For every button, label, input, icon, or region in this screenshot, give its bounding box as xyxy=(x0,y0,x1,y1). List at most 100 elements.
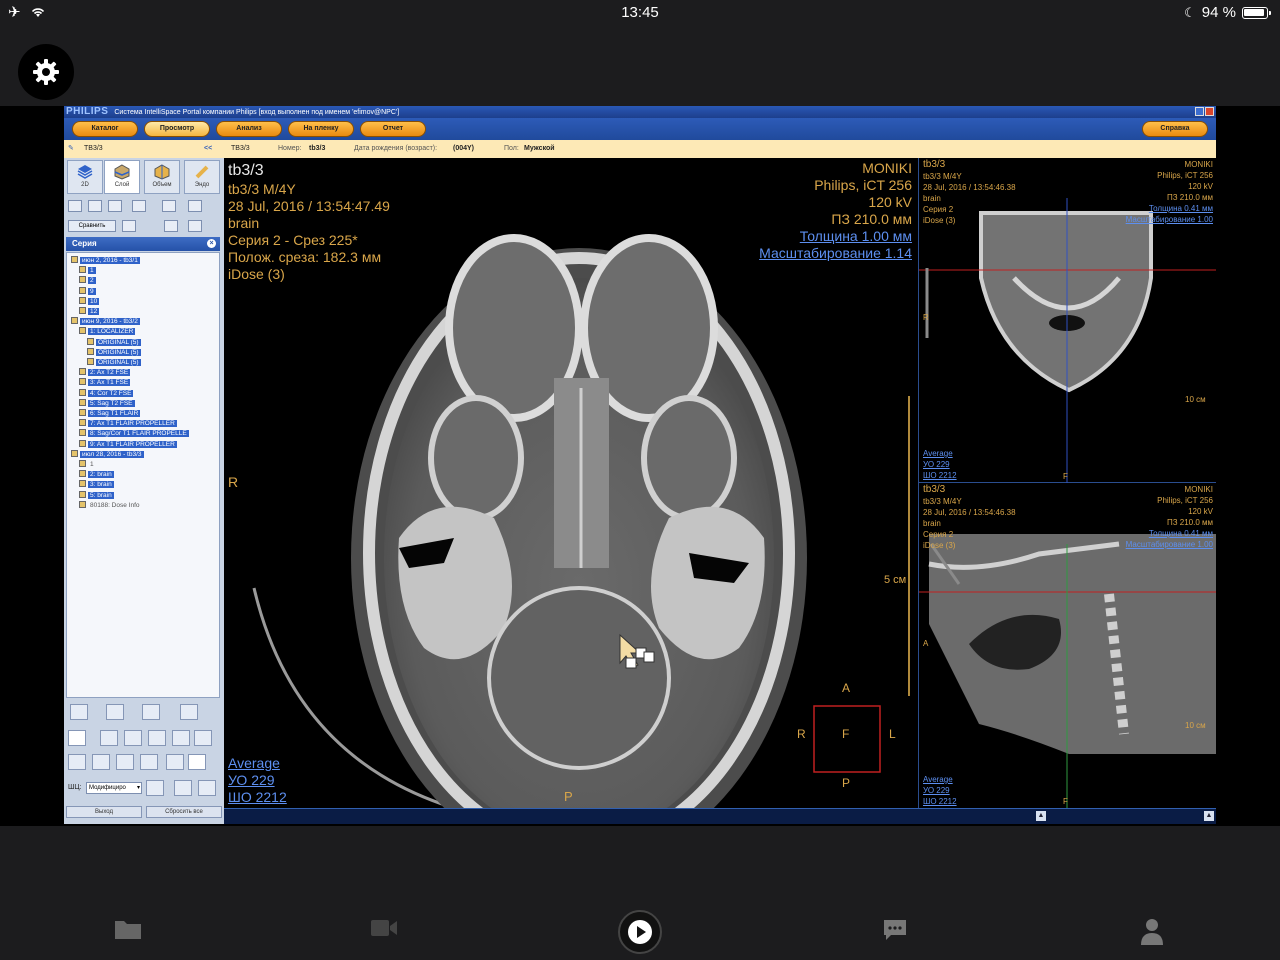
play-button[interactable] xyxy=(618,910,662,954)
close-series-icon[interactable]: × xyxy=(207,239,216,248)
series-tree-item[interactable]: 9: Ax T1 FLAIR PROPELLER xyxy=(79,439,177,449)
series-tree-item[interactable]: 12 xyxy=(79,307,100,316)
settings-button[interactable] xyxy=(18,44,74,100)
sagittal-ww[interactable]: ШО 2212 xyxy=(923,796,957,807)
print-icon[interactable] xyxy=(174,780,192,796)
sagittal-orient-left: A xyxy=(923,639,929,648)
series-tree-item[interactable]: 10 xyxy=(79,296,100,306)
roi-tool-icon[interactable] xyxy=(188,754,206,770)
series-tree-item[interactable]: ORIGINAL (5) xyxy=(87,347,141,357)
series-tree-item[interactable]: 1 xyxy=(79,460,96,469)
sagittal-viewport[interactable]: tb3/3 tb3/3 M/4Y 28 Jul, 2016 / 13:54:46… xyxy=(919,484,1216,808)
series-tree-item[interactable]: июн 2, 2016 - tb3/1 xyxy=(71,256,140,265)
preset-icon[interactable] xyxy=(146,780,164,796)
main-zoom-link[interactable]: Масштабирование 1.14 xyxy=(759,245,912,262)
series-tree-item[interactable]: 6: Sag T1 FLAIR xyxy=(79,409,141,418)
series-tree-item[interactable]: 2: Ax T2 FSE xyxy=(79,368,131,377)
eraser-tool-icon[interactable] xyxy=(194,730,212,746)
series-tree-item[interactable]: июл 28, 2016 - tb3/3 xyxy=(71,449,144,459)
menu-analysis[interactable]: Анализ xyxy=(216,121,282,137)
rotate-tool-icon[interactable] xyxy=(132,200,146,212)
tab-volume[interactable]: Объем xyxy=(144,160,180,194)
scroll-up-arrow-icon[interactable]: ▲ xyxy=(1036,811,1046,821)
minimize-button[interactable] xyxy=(1195,107,1204,116)
sagittal-wl[interactable]: УО 229 xyxy=(923,785,950,796)
link-tool-icon[interactable] xyxy=(122,220,136,232)
series-tree-item[interactable]: 9 xyxy=(79,286,96,296)
sagittal-zoom-link[interactable]: Масштабирование 1.00 xyxy=(1126,539,1213,550)
collapse-panel-button[interactable]: << xyxy=(204,140,212,158)
series-tree-item[interactable]: 5: brain xyxy=(79,490,114,500)
series-tree-item[interactable]: ORIGINAL (5) xyxy=(87,358,141,367)
tab-slice[interactable]: Слой xyxy=(104,160,140,194)
menu-report[interactable]: Отчет xyxy=(360,121,426,137)
sync-tool-icon[interactable] xyxy=(164,220,178,232)
series-tree-item[interactable]: 1 xyxy=(79,266,96,275)
compare-button[interactable]: Сравнить xyxy=(68,220,116,232)
line-tool-icon[interactable] xyxy=(68,754,86,770)
main-average-link[interactable]: Average xyxy=(228,755,280,772)
camera-icon[interactable] xyxy=(106,704,124,720)
roll-tool-icon[interactable] xyxy=(172,730,190,746)
export-tool-icon[interactable] xyxy=(188,220,202,232)
coronal-average[interactable]: Average xyxy=(923,448,953,459)
sagittal-thickness-link[interactable]: Толщина 0.41 мм xyxy=(1149,528,1213,539)
annotation-tool-icon[interactable] xyxy=(166,754,184,770)
main-wl-value[interactable]: УО 229 xyxy=(228,772,275,789)
coronal-ww[interactable]: ШО 2212 xyxy=(923,470,957,481)
coronal-thickness-link[interactable]: Толщина 0.41 мм xyxy=(1149,203,1213,214)
series-tree-item[interactable]: ORIGINAL (5) xyxy=(87,337,141,347)
person-icon[interactable] xyxy=(1140,918,1164,946)
ruler-tool-icon[interactable] xyxy=(140,754,158,770)
chat-icon[interactable] xyxy=(882,918,908,942)
sagittal-average[interactable]: Average xyxy=(923,774,953,785)
series-tree-item[interactable]: 2: brain xyxy=(79,470,114,479)
ellipse-tool-icon[interactable] xyxy=(92,754,110,770)
series-tree-item[interactable]: 8: Sag/Cor T1 FLAIR PROPELLE xyxy=(79,429,189,438)
series-tree-item[interactable]: 80188: Dose Info xyxy=(79,500,142,510)
series-tree-item[interactable]: 2 xyxy=(79,276,96,285)
series-tree-item[interactable]: июн 9, 2016 - tb3/2 xyxy=(71,317,140,326)
angle-tool-icon[interactable] xyxy=(116,754,134,770)
coronal-zoom-link[interactable]: Масштабирование 1.00 xyxy=(1126,214,1213,225)
menu-catalog[interactable]: Каталог xyxy=(72,121,138,137)
layout-tool-icon[interactable] xyxy=(68,200,82,212)
video-camera-icon[interactable] xyxy=(370,918,398,938)
series-tree-item[interactable]: 1: LOCALIZER xyxy=(79,327,136,336)
coronal-viewport[interactable]: tb3/3 tb3/3 M/4Y 28 Jul, 2016 / 13:54:46… xyxy=(919,158,1216,483)
grid-icon[interactable] xyxy=(198,780,216,796)
reset-all-button[interactable]: Сбросить все xyxy=(146,806,222,818)
series-tree-item[interactable]: 3: brain xyxy=(79,480,114,489)
main-thickness-link[interactable]: Толщина 1.00 мм xyxy=(800,228,912,245)
series-tree-item[interactable]: 3: Ax T1 FSE xyxy=(79,378,131,387)
menu-view[interactable]: Просмотр xyxy=(144,121,210,137)
pan-tool-icon[interactable] xyxy=(100,730,118,746)
window-level-tool-icon[interactable] xyxy=(124,730,142,746)
copy-icon[interactable] xyxy=(142,704,160,720)
scroll-up-arrow-icon-2[interactable]: ▲ xyxy=(1204,811,1214,821)
zoom-tool-icon[interactable] xyxy=(148,730,166,746)
grid-layout-icon[interactable] xyxy=(188,200,202,212)
series-tree-item[interactable]: 5: Sag T2 FSE xyxy=(79,398,135,408)
menu-film[interactable]: На пленку xyxy=(288,121,354,137)
window-level-select[interactable]: Модифициро ▾ xyxy=(86,782,142,794)
anatomy-tool-icon[interactable] xyxy=(108,200,122,212)
person-tool-icon[interactable] xyxy=(88,200,102,212)
bottom-scrollbar[interactable]: ▲ ▲ xyxy=(224,808,1216,824)
exit-button[interactable]: Выход xyxy=(66,806,142,818)
select-tool-icon[interactable] xyxy=(68,730,86,746)
book-icon[interactable] xyxy=(180,704,198,720)
axial-viewport[interactable]: tb3/3 tb3/3 M/4Y 28 Jul, 2016 / 13:54:47… xyxy=(224,158,918,808)
close-button[interactable] xyxy=(1205,107,1214,116)
folder-icon[interactable] xyxy=(114,918,142,940)
coronal-wl[interactable]: УО 229 xyxy=(923,459,950,470)
menu-help[interactable]: Справка xyxy=(1142,121,1208,137)
main-ww-value[interactable]: ШО 2212 xyxy=(228,789,287,806)
save-icon[interactable] xyxy=(70,704,88,720)
series-tree-item[interactable]: 7: Ax T1 FLAIR PROPELLER xyxy=(79,419,177,428)
tab-endo[interactable]: Эндо xyxy=(184,160,220,194)
hierarchy-tool-icon[interactable] xyxy=(162,200,176,212)
tab-2d[interactable]: 2D xyxy=(67,160,103,194)
series-tree-item[interactable]: 4: Cor T2 FSE xyxy=(79,388,134,398)
pin-icon[interactable]: ✎ xyxy=(68,140,74,158)
